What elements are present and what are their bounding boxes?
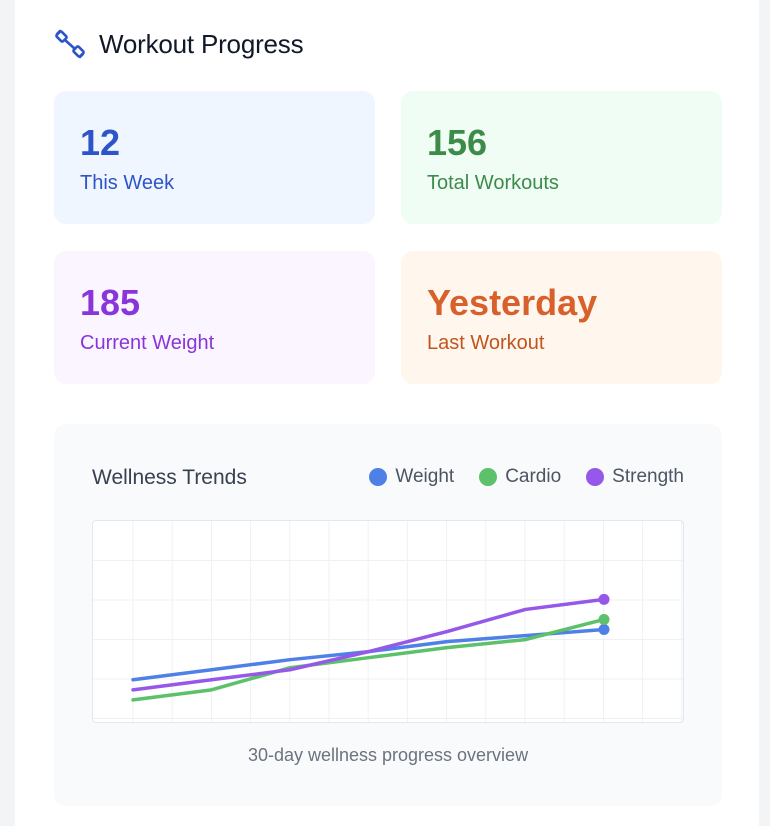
legend-label: Cardio [505, 466, 562, 487]
header: Workout Progress [54, 26, 304, 62]
dumbbell-icon [54, 28, 86, 60]
stat-label: Total Workouts [427, 172, 559, 194]
line-chart [93, 521, 683, 722]
legend-swatch [479, 468, 498, 486]
stat-value: 185 [80, 282, 141, 323]
stat-value: 156 [427, 122, 488, 163]
legend-label: Weight [395, 466, 455, 487]
chart-plot-area [92, 520, 684, 723]
stat-label: Last Workout [427, 332, 545, 354]
stat-value: 12 [80, 122, 121, 163]
legend-swatch [586, 468, 605, 486]
chart-caption: 30-day wellness progress overview [247, 745, 529, 765]
data-point-strength [598, 593, 610, 605]
legend-item-strength[interactable]: Strength [586, 466, 684, 488]
stat-card-total-workouts: 156 Total Workouts [401, 91, 722, 224]
data-point-weight [598, 624, 610, 636]
wellness-trends-card: Wellness Trends Weight Cardio Strength 3… [54, 424, 722, 806]
legend-label: Strength [612, 466, 684, 487]
data-point-cardio [598, 613, 610, 625]
stat-card-current-weight: 185 Current Weight [54, 251, 375, 384]
stat-label: This Week [80, 172, 175, 194]
legend-item-weight[interactable]: Weight [369, 466, 454, 488]
stat-card-last-workout: Yesterday Last Workout [401, 251, 722, 384]
page-title: Workout Progress [99, 28, 304, 59]
chart-title: Wellness Trends [92, 466, 247, 489]
chart-legend: Weight Cardio Strength [344, 466, 684, 488]
stat-value: Yesterday [427, 282, 598, 323]
legend-item-cardio[interactable]: Cardio [479, 466, 561, 488]
legend-swatch [369, 468, 388, 486]
stat-label: Current Weight [80, 332, 215, 354]
stat-card-this-week: 12 This Week [54, 91, 375, 224]
